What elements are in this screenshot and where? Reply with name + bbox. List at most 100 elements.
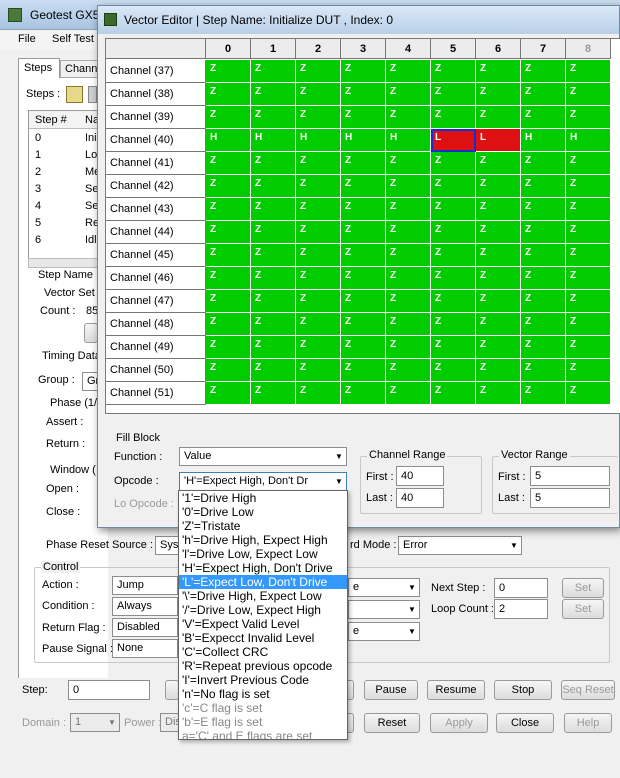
seq-reset-button[interactable]: Seq Reset <box>561 680 615 700</box>
vector-cell[interactable]: Z <box>296 106 341 129</box>
vector-cell[interactable]: Z <box>521 152 566 175</box>
vector-cell[interactable]: Z <box>431 175 476 198</box>
vector-cell[interactable]: Z <box>431 198 476 221</box>
vector-cell[interactable]: Z <box>206 198 251 221</box>
opcode-select[interactable]: 'H'=Expect High, Don't Dr ▼ <box>179 472 347 491</box>
vector-cell[interactable]: Z <box>341 336 386 359</box>
vector-cell[interactable]: Z <box>296 313 341 336</box>
vector-cell[interactable]: Z <box>566 152 611 175</box>
row-header[interactable]: Channel (48) <box>106 313 206 336</box>
return-flag-select[interactable]: Disabled <box>112 618 178 637</box>
column-header[interactable]: 4 <box>386 39 431 59</box>
vector-cell[interactable]: Z <box>206 359 251 382</box>
table-row[interactable]: 3 Se <box>29 181 99 198</box>
vector-cell[interactable]: Z <box>251 152 296 175</box>
opcode-option[interactable]: 'C'=Collect CRC <box>179 645 347 659</box>
run-button[interactable] <box>165 680 179 700</box>
vector-cell[interactable]: Z <box>251 267 296 290</box>
opcode-option[interactable]: 'V'=Expect Valid Level <box>179 617 347 631</box>
toolbar-icon-2[interactable] <box>88 86 97 103</box>
opcode-option[interactable]: 'n'=No flag is set <box>179 687 347 701</box>
vector-cell[interactable]: Z <box>476 60 521 83</box>
vector-cell[interactable]: Z <box>566 290 611 313</box>
vector-cell[interactable]: Z <box>386 175 431 198</box>
vector-cell[interactable]: Z <box>386 198 431 221</box>
vector-cell[interactable]: Z <box>566 244 611 267</box>
vector-cell[interactable]: Z <box>251 83 296 106</box>
table-row[interactable]: 6 Idl <box>29 232 99 249</box>
vector-cell[interactable]: Z <box>206 221 251 244</box>
vector-cell[interactable]: Z <box>386 382 431 405</box>
help-button[interactable]: Help <box>564 713 612 733</box>
vector-cell[interactable]: Z <box>476 244 521 267</box>
row-header[interactable]: Channel (41) <box>106 152 206 175</box>
vector-cell[interactable]: Z <box>206 60 251 83</box>
vector-cell[interactable]: Z <box>566 198 611 221</box>
vector-cell[interactable]: Z <box>251 106 296 129</box>
column-header[interactable]: 2 <box>296 39 341 59</box>
vector-cell[interactable]: Z <box>206 382 251 405</box>
table-row[interactable]: 2 Me <box>29 164 100 181</box>
vector-cell[interactable]: L <box>431 129 476 152</box>
reset-button[interactable]: Reset <box>364 713 420 733</box>
table-row[interactable]: 1 Lo <box>29 147 99 164</box>
vector-cell[interactable]: Z <box>386 60 431 83</box>
vector-cell[interactable]: Z <box>566 382 611 405</box>
vector-cell[interactable]: Z <box>431 267 476 290</box>
opcode-option[interactable]: '/'=Drive Low, Expect High <box>179 603 347 617</box>
column-header[interactable]: 7 <box>521 39 566 59</box>
row-header[interactable]: Channel (39) <box>106 106 206 129</box>
column-header[interactable]: 6 <box>476 39 521 59</box>
vector-cell[interactable]: Z <box>431 244 476 267</box>
opcode-option[interactable]: 'L'=Expect Low, Don't Drive <box>179 575 347 589</box>
vector-cell[interactable]: H <box>386 129 431 152</box>
pause-button[interactable]: Pause <box>364 680 418 700</box>
vector-cell[interactable]: Z <box>206 175 251 198</box>
vector-button[interactable] <box>84 323 98 343</box>
vector-cell[interactable]: Z <box>251 175 296 198</box>
vector-cell[interactable]: Z <box>476 290 521 313</box>
vector-grid[interactable]: 012345678 Channel (37) Z Z Z Z Z Z Z Z Z Channel (… <box>105 38 620 414</box>
vector-cell[interactable]: H <box>521 129 566 152</box>
vector-cell[interactable]: Z <box>206 83 251 106</box>
group-select[interactable]: Gr <box>82 372 98 391</box>
row-header[interactable]: Channel (42) <box>106 175 206 198</box>
vector-cell[interactable]: Z <box>206 290 251 313</box>
vector-cell[interactable]: Z <box>251 313 296 336</box>
vector-cell[interactable]: Z <box>341 106 386 129</box>
vector-cell[interactable]: Z <box>476 267 521 290</box>
close-button[interactable]: Close <box>496 713 554 733</box>
row-header[interactable]: Channel (45) <box>106 244 206 267</box>
row-header[interactable]: Channel (37) <box>106 60 206 83</box>
vector-cell[interactable]: Z <box>386 290 431 313</box>
vector-cell[interactable]: Z <box>566 313 611 336</box>
vector-cell[interactable]: Z <box>386 359 431 382</box>
condition-select[interactable]: Always <box>112 597 178 616</box>
vector-cell[interactable]: Z <box>386 221 431 244</box>
vector-cell[interactable]: Z <box>476 152 521 175</box>
menu-file[interactable]: File <box>18 33 36 45</box>
vector-cell[interactable]: Z <box>296 221 341 244</box>
control-select-2[interactable]: e ▼ <box>348 578 420 597</box>
row-header[interactable]: Channel (47) <box>106 290 206 313</box>
opcode-option[interactable]: 'H'=Expect High, Don't Drive <box>179 561 347 575</box>
rd-mode-select[interactable]: Error ▼ <box>398 536 522 555</box>
vector-cell[interactable]: Z <box>431 106 476 129</box>
menu-self-test[interactable]: Self Test <box>52 33 94 45</box>
vector-cell[interactable]: Z <box>251 336 296 359</box>
vector-cell[interactable]: H <box>251 129 296 152</box>
vector-cell[interactable]: Z <box>251 221 296 244</box>
vector-cell[interactable]: Z <box>296 290 341 313</box>
vector-cell[interactable]: Z <box>341 198 386 221</box>
vector-cell[interactable]: Z <box>566 175 611 198</box>
vector-cell[interactable]: Z <box>296 152 341 175</box>
row-header[interactable]: Channel (38) <box>106 83 206 106</box>
vector-cell[interactable]: Z <box>431 221 476 244</box>
vector-cell[interactable]: Z <box>521 221 566 244</box>
column-header[interactable]: 1 <box>251 39 296 59</box>
vector-cell[interactable]: Z <box>566 83 611 106</box>
vector-cell[interactable]: Z <box>566 336 611 359</box>
vector-cell[interactable]: Z <box>251 290 296 313</box>
vector-cell[interactable]: Z <box>251 244 296 267</box>
table-row[interactable]: 5 Re <box>29 215 99 232</box>
